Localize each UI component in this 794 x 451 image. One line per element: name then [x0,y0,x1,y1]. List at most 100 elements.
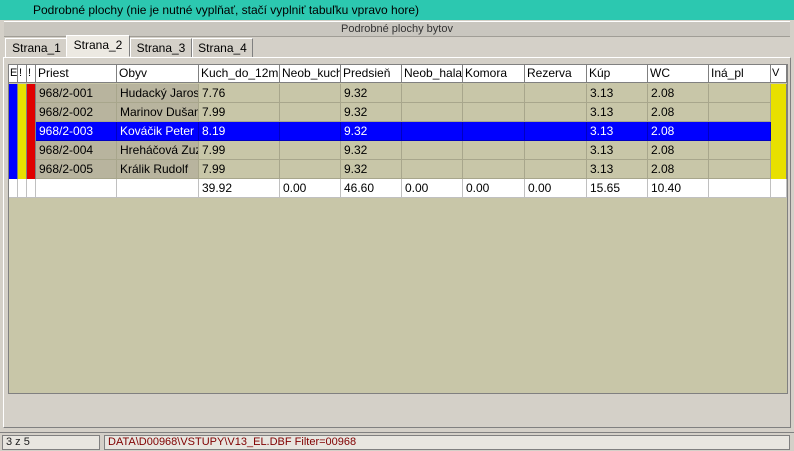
cell-obyv[interactable]: Hudacký Jaroslav [117,84,199,103]
cell-kup[interactable]: 3.13 [587,84,648,103]
cell-kup[interactable]: 3.13 [587,103,648,122]
flag-marker-0 [9,122,18,141]
cell-neob_hala[interactable] [402,160,463,179]
cell-obyv[interactable]: Marinov Dušan [117,103,199,122]
cell-komora[interactable] [463,103,525,122]
cell-predsien[interactable]: 9.32 [341,122,402,141]
column-header-9[interactable]: Komora [463,65,525,83]
cell-kuch: 39.92 [199,179,280,198]
column-header-2[interactable]: ! [27,65,36,83]
table-row[interactable]: 968/2-001Hudacký Jaroslav7.76 9.32 3.132.0… [9,84,787,103]
cell-blank [18,179,27,198]
tab-strana-4[interactable]: Strana_4 [192,38,253,57]
cell-priest[interactable]: 968/2-002 [36,103,117,122]
info-banner: Podrobné plochy (nie je nutné vyplňať, s… [0,0,794,21]
cell-neob_kuch[interactable] [280,160,341,179]
cell-ina[interactable] [709,141,771,160]
cell-neob_kuch[interactable] [280,103,341,122]
cell-komora[interactable] [463,122,525,141]
column-header-6[interactable]: Neob_kuch [280,65,341,83]
flag-marker-1 [18,84,27,103]
column-header-0[interactable]: E [9,65,18,83]
column-header-4[interactable]: Obyv [117,65,199,83]
flag-marker-1 [18,122,27,141]
cell-priest[interactable]: 968/2-001 [36,84,117,103]
cell-rezerva[interactable] [525,103,587,122]
cell-rezerva[interactable] [525,84,587,103]
column-header-11[interactable]: Kúp [587,65,648,83]
cell-kup[interactable]: 3.13 [587,160,648,179]
cell-kup[interactable]: 3.13 [587,141,648,160]
cell-wc[interactable]: 2.08 [648,84,709,103]
tab-strana-2[interactable]: Strana_2 [66,35,130,57]
flag-marker-0 [9,84,18,103]
cell-neob_hala[interactable] [402,103,463,122]
flag-marker-2 [27,141,36,160]
column-header-10[interactable]: Rezerva [525,65,587,83]
cell-neob_kuch[interactable] [280,122,341,141]
column-header-14[interactable]: V [771,65,787,83]
cell-priest[interactable]: 968/2-004 [36,141,117,160]
cell-obyv[interactable]: Kováčik Peter [117,122,199,141]
cell-ina[interactable] [709,160,771,179]
table-row[interactable]: 968/2-005 Králik Rudolf 7.99 9.32 3.13 2.08 [9,160,787,179]
column-header-1[interactable]: ! [18,65,27,83]
data-grid[interactable]: E!! Priest Obyv Kuch_do_12m Neob_kuch Predsie… [8,64,788,394]
column-header-13[interactable]: Iná_pl [709,65,771,83]
column-header-5[interactable]: Kuch_do_12m [199,65,280,83]
cell-kuch[interactable]: 7.99 [199,160,280,179]
cell-ina[interactable] [709,122,771,141]
cell-rezerva[interactable] [525,122,587,141]
cell-kuch[interactable]: 7.76 [199,84,280,103]
cell-predsien[interactable]: 9.32 [341,141,402,160]
flag-marker-v [771,141,787,160]
column-header-8[interactable]: Neob_hala [402,65,463,83]
cell-ina[interactable] [709,103,771,122]
cell-wc[interactable]: 2.08 [648,160,709,179]
cell-komora[interactable] [463,84,525,103]
cell-obyv[interactable]: Hreháčová Zuzana [117,141,199,160]
tab-strana-1[interactable]: Strana_1 [5,38,68,57]
column-header-3[interactable]: Priest [36,65,117,83]
cell-kuch[interactable]: 8.19 [199,122,280,141]
cell-rezerva[interactable] [525,160,587,179]
cell-wc: 10.40 [648,179,709,198]
cell-ina[interactable] [709,84,771,103]
cell-kup[interactable]: 3.13 [587,122,648,141]
flag-marker-v [771,84,787,103]
table-row[interactable]: 968/2-002 Marinov Dušan 7.99 9.32 3.13 2.08 [9,103,787,122]
column-header-7[interactable]: Predsieň [341,65,402,83]
cell-neob_hala[interactable] [402,122,463,141]
cell-neob_kuch: 0.00 [280,179,341,198]
flag-marker-0 [9,103,18,122]
cell-rezerva: 0.00 [525,179,587,198]
cell-obyv[interactable]: Králik Rudolf [117,160,199,179]
cell-neob_hala[interactable] [402,84,463,103]
table-row[interactable]: 968/2-004Hreháčová Zuzana7.99 9.32 3.132.0… [9,141,787,160]
cell-neob_hala[interactable] [402,141,463,160]
cell-neob_kuch[interactable] [280,84,341,103]
cell-wc[interactable]: 2.08 [648,122,709,141]
cell-priest[interactable]: 968/2-005 [36,160,117,179]
banner-text: Podrobné plochy (nie je nutné vyplňať, s… [33,3,420,17]
flag-marker-v [771,122,787,141]
cell-neob_kuch[interactable] [280,141,341,160]
tab-strana-3[interactable]: Strana_3 [130,38,192,57]
record-counter: 3 z 5 [2,435,100,450]
cell-priest[interactable]: 968/2-003 [36,122,117,141]
flag-marker-1 [18,103,27,122]
cell-wc[interactable]: 2.08 [648,141,709,160]
table-row[interactable]: 968/2-003 Kováčik Peter 8.19 9.32 3.13 2.08 [9,122,787,141]
cell-predsien[interactable]: 9.32 [341,160,402,179]
cell-kuch[interactable]: 7.99 [199,141,280,160]
cell-wc[interactable]: 2.08 [648,103,709,122]
cell-rezerva[interactable] [525,141,587,160]
cell-komora[interactable] [463,141,525,160]
cell-predsien[interactable]: 9.32 [341,84,402,103]
cell-komora[interactable] [463,160,525,179]
column-header-12[interactable]: WC [648,65,709,83]
cell-predsien[interactable]: 9.32 [341,103,402,122]
flag-marker-0 [9,160,18,179]
cell-ina [709,179,771,198]
cell-kuch[interactable]: 7.99 [199,103,280,122]
